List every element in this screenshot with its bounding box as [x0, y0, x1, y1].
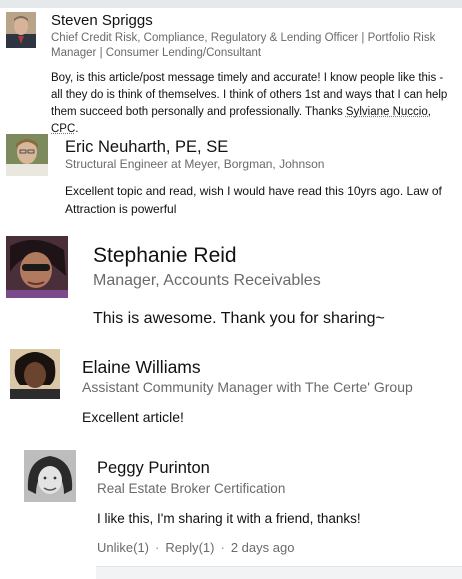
commenter-name[interactable]: Peggy Purinton: [97, 459, 210, 478]
comment-text: Excellent article!: [82, 409, 184, 425]
profile-photo: [6, 134, 48, 176]
commenter-headline: Manager, Accounts Receivables: [93, 272, 321, 289]
commenter-name[interactable]: Elaine Williams: [82, 357, 201, 378]
separator: ·: [155, 540, 160, 555]
reply-button[interactable]: Reply(1): [165, 540, 214, 555]
comment-text: Excellent topic and read, wish I would h…: [65, 184, 442, 216]
avatar[interactable]: [6, 12, 36, 48]
reply-box[interactable]: [96, 566, 462, 579]
commenter-name[interactable]: Stephanie Reid: [93, 244, 237, 268]
separator: ·: [220, 540, 225, 555]
commenter-headline: Structural Engineer at Meyer, Borgman, J…: [65, 157, 325, 171]
timestamp: 2 days ago: [230, 540, 295, 555]
commenter-headline: Chief Credit Risk, Compliance, Regulator…: [51, 32, 436, 59]
profile-photo: [10, 349, 60, 399]
comment-text: Boy, is this article/post message timely…: [51, 72, 448, 135]
avatar[interactable]: [6, 236, 68, 298]
commenter-headline: Real Estate Broker Certification: [97, 481, 286, 496]
avatar[interactable]: [24, 450, 76, 502]
commenter-name[interactable]: Eric Neuharth, PE, SE: [65, 138, 228, 157]
avatar[interactable]: [6, 134, 48, 176]
profile-photo: [6, 236, 68, 298]
avatar[interactable]: [10, 349, 60, 399]
comment-text: I like this, I'm sharing it with a frien…: [97, 511, 361, 526]
comment-text: This is awesome. Thank you for sharing~: [93, 310, 385, 327]
commenter-name[interactable]: Steven Spriggs: [51, 12, 153, 29]
profile-photo: [6, 12, 36, 48]
profile-photo: [24, 450, 76, 502]
comment-actions: Unlike(1) · Reply(1) · 2 days ago: [97, 540, 294, 555]
commenter-headline: Assistant Community Manager with The Cer…: [82, 379, 413, 395]
unlike-button[interactable]: Unlike(1): [97, 540, 149, 555]
top-divider: [0, 0, 462, 8]
